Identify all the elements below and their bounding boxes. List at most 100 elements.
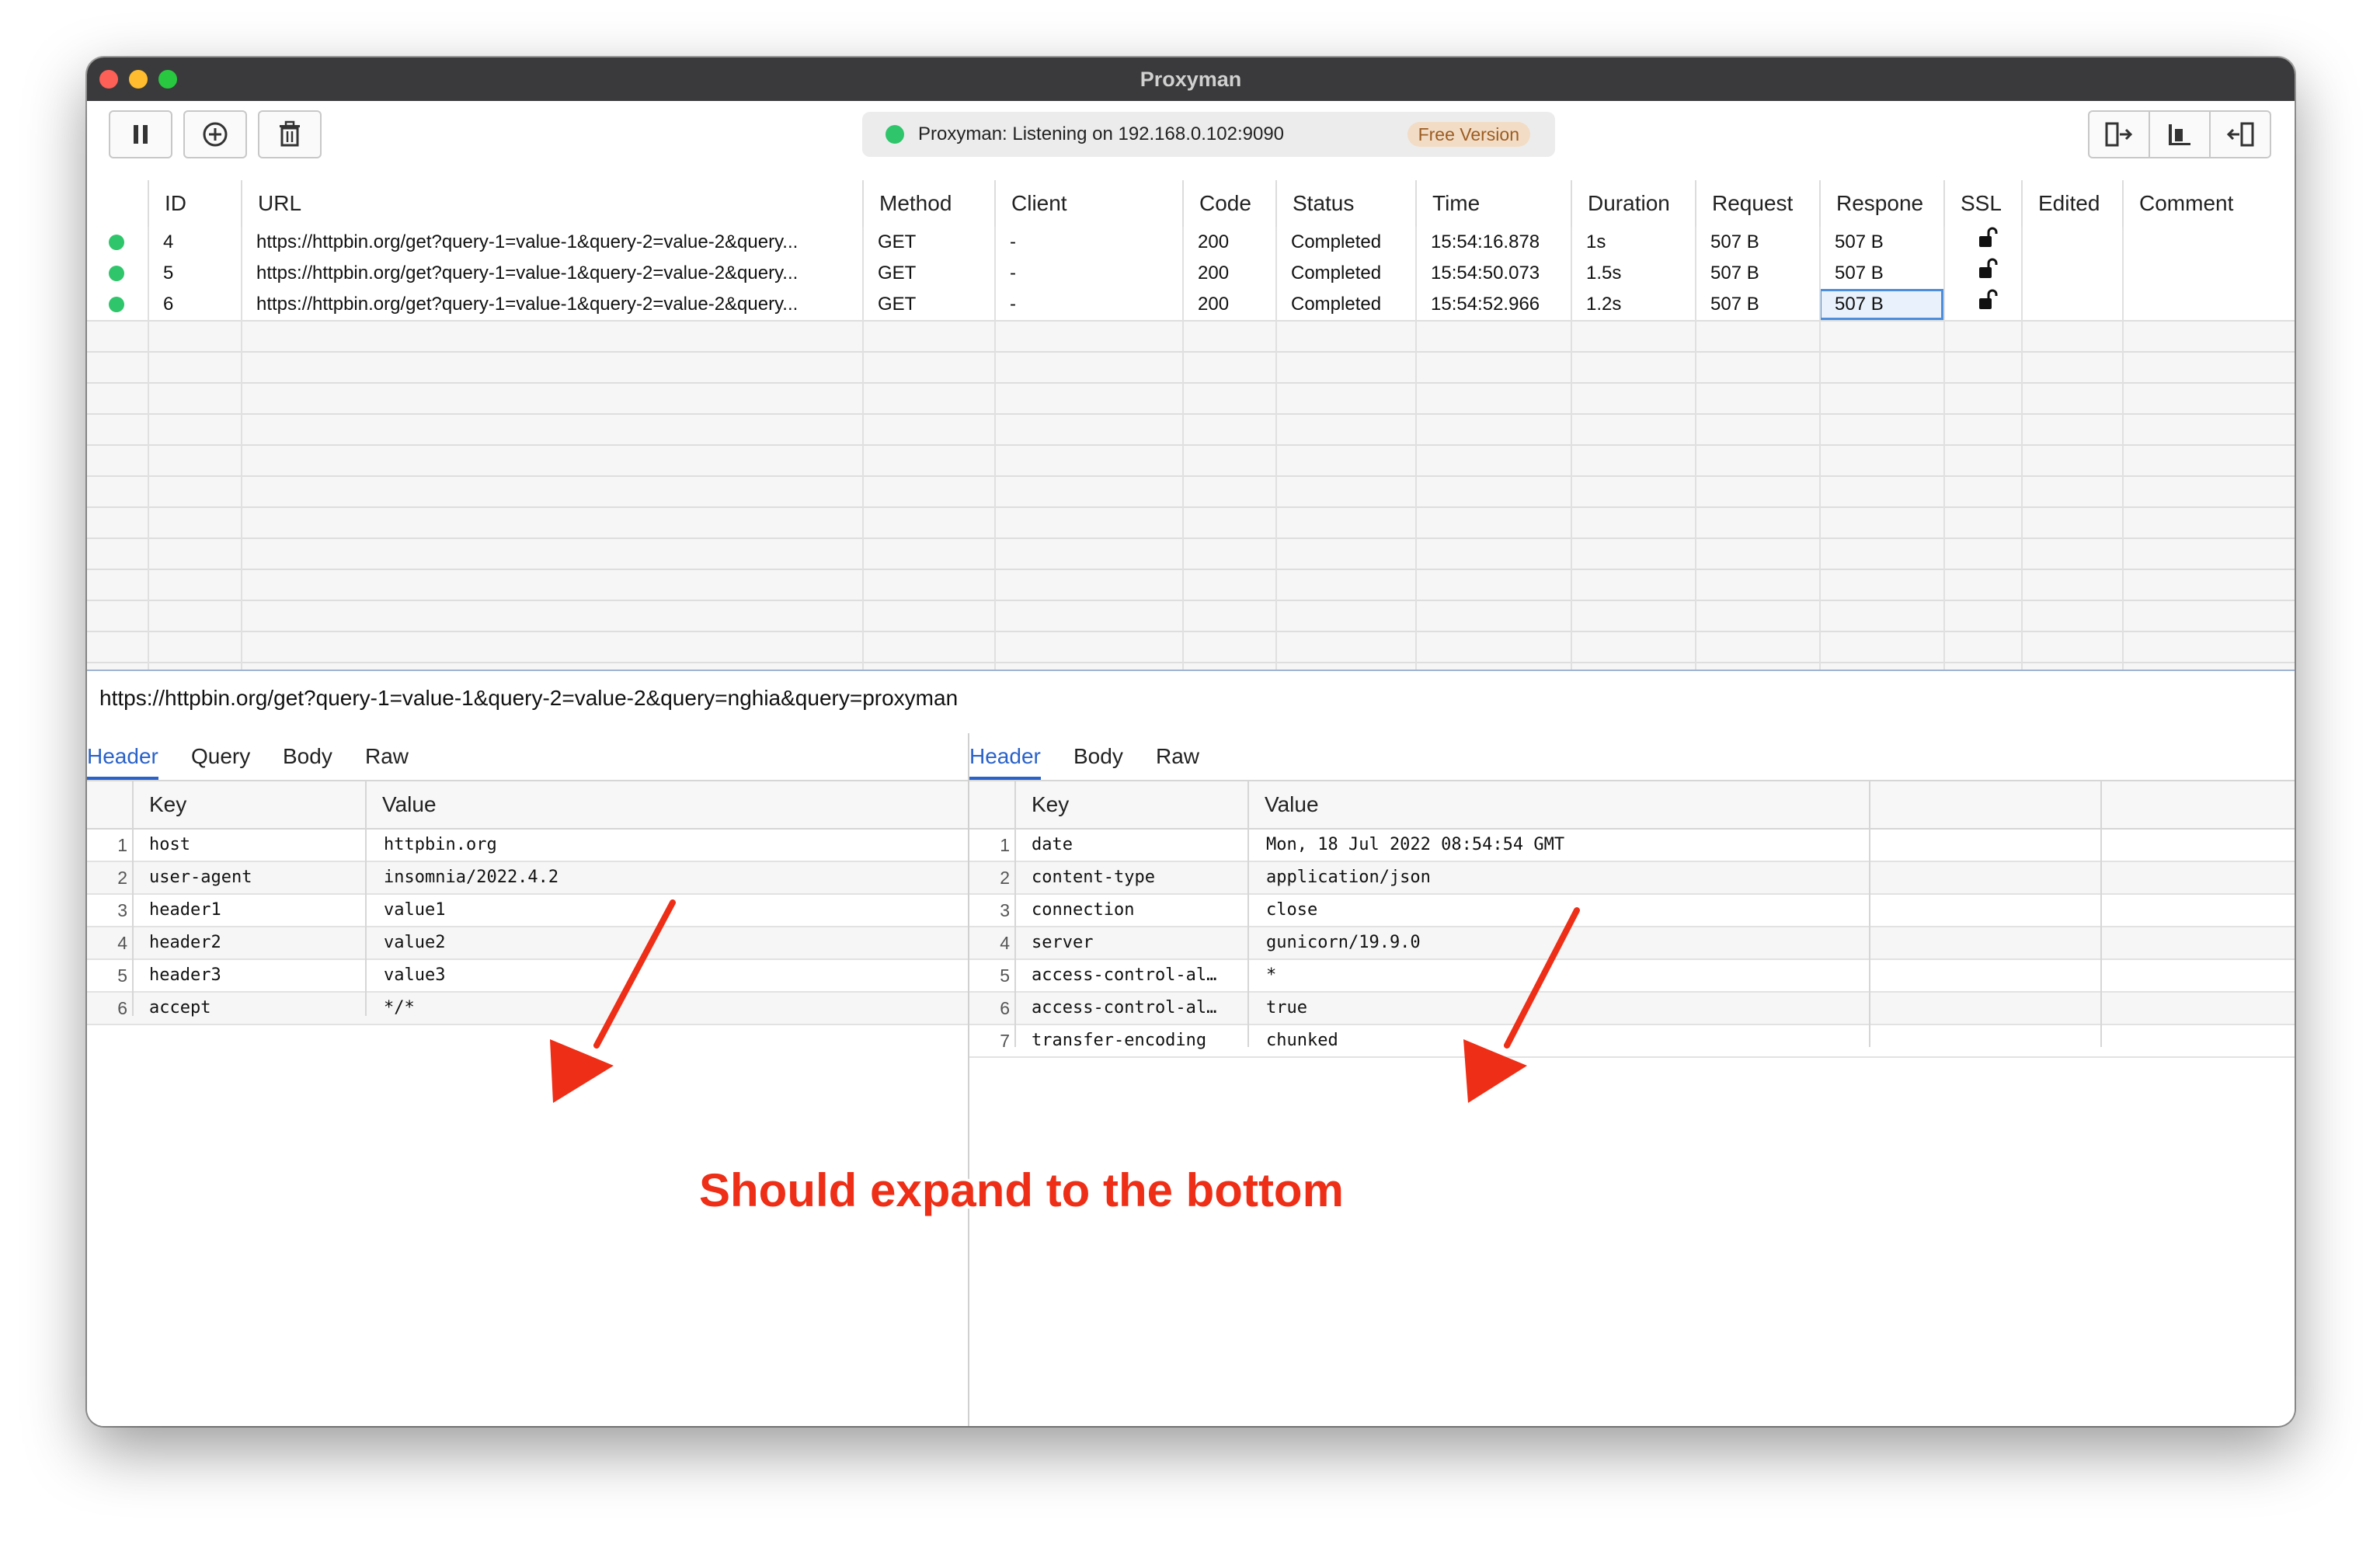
toggle-bottom-panel-button[interactable] (2150, 112, 2211, 157)
proxy-status: Proxyman: Listening on 192.168.0.102:909… (862, 112, 1555, 157)
tab-response-header[interactable]: Header (969, 733, 1041, 780)
panel-exit-icon (2105, 122, 2133, 147)
row-time: 15:54:52.966 (1431, 294, 1540, 315)
trash-icon (280, 120, 300, 147)
header-row[interactable]: 1 host httpbin.org (87, 830, 968, 862)
tab-response-raw[interactable]: Raw (1156, 733, 1199, 780)
request-row[interactable]: 6 https://httpbin.org/get?query-1=value-… (87, 289, 2295, 322)
header-row[interactable]: 3 connection close (969, 895, 2295, 927)
selected-request-url[interactable]: https://httpbin.org/get?query-1=value-1&… (87, 671, 2295, 725)
empty-row (87, 631, 2295, 663)
header-value: * (1266, 965, 1277, 985)
column-status-dot[interactable] (87, 180, 148, 227)
column-time[interactable]: Time (1415, 180, 1571, 227)
tab-request-header[interactable]: Header (87, 733, 158, 780)
row-duration: 1.5s (1586, 263, 1622, 284)
column-key[interactable]: Key (134, 781, 186, 828)
toggle-left-panel-button[interactable] (2089, 112, 2150, 157)
header-key: header1 (149, 900, 221, 920)
panel-enter-icon (2226, 122, 2254, 147)
row-request-size: 507 B (1710, 263, 1759, 284)
header-value: insomnia/2022.4.2 (384, 868, 559, 887)
header-row[interactable]: 3 header1 value1 (87, 895, 968, 927)
add-button[interactable] (183, 110, 247, 158)
header-row[interactable]: 1 date Mon, 18 Jul 2022 08:54:54 GMT (969, 830, 2295, 862)
tab-request-body[interactable]: Body (283, 733, 332, 780)
row-request-size: 507 B (1710, 294, 1759, 315)
free-version-badge[interactable]: Free Version (1407, 122, 1530, 147)
empty-row (87, 413, 2295, 446)
column-divider (2122, 227, 2124, 670)
row-response-size-selected[interactable]: 507 B (1819, 289, 1943, 320)
header-key: host (149, 835, 190, 854)
column-divider (365, 781, 367, 1016)
layout-toggle-group (2088, 110, 2271, 158)
header-row[interactable]: 4 server gunicorn/19.9.0 (969, 927, 2295, 960)
pause-button[interactable] (109, 110, 172, 158)
header-key: user-agent (149, 868, 252, 887)
column-client[interactable]: Client (994, 180, 1182, 227)
row-id: 4 (163, 231, 174, 252)
header-key: access-control-al… (1032, 965, 1217, 985)
column-value[interactable]: Value (1249, 781, 1319, 828)
header-key: server (1032, 933, 1094, 952)
column-divider (1014, 781, 1016, 1047)
clear-button[interactable] (258, 110, 322, 158)
column-divider (1275, 227, 1277, 670)
left-annotation-arrow (550, 899, 676, 1103)
success-dot (109, 297, 124, 312)
header-row[interactable]: 5 access-control-al… * (969, 960, 2295, 993)
header-row[interactable]: 2 content-type application/json (969, 862, 2295, 895)
header-row[interactable]: 4 header2 value2 (87, 927, 968, 960)
column-response[interactable]: Respone (1819, 180, 1943, 227)
header-key: accept (149, 998, 211, 1017)
row-status: Completed (1291, 263, 1382, 284)
request-row[interactable]: 5 https://httpbin.org/get?query-1=value-… (87, 258, 2295, 290)
row-number: 6 (117, 998, 127, 1018)
row-number: 1 (117, 835, 127, 855)
column-edited[interactable]: Edited (2021, 180, 2122, 227)
column-request[interactable]: Request (1695, 180, 1819, 227)
column-duration[interactable]: Duration (1571, 180, 1695, 227)
header-row[interactable]: 5 header3 value3 (87, 960, 968, 993)
success-dot (109, 235, 124, 250)
row-number: 3 (117, 900, 127, 920)
request-row[interactable]: 4 https://httpbin.org/get?query-1=value-… (87, 227, 2295, 259)
column-status[interactable]: Status (1275, 180, 1415, 227)
row-number: 5 (117, 965, 127, 986)
plus-circle-icon (203, 122, 228, 147)
toggle-right-panel-button[interactable] (2211, 112, 2270, 157)
success-dot (109, 266, 124, 281)
column-divider (1182, 227, 1184, 670)
column-key[interactable]: Key (1016, 781, 1069, 828)
column-id[interactable]: ID (148, 180, 241, 227)
header-key: header3 (149, 965, 221, 985)
tab-request-raw[interactable]: Raw (365, 733, 409, 780)
row-number: 1 (1000, 835, 1010, 855)
header-row[interactable]: 6 access-control-al… true (969, 993, 2295, 1025)
header-value: httpbin.org (384, 835, 497, 854)
column-ssl[interactable]: SSL (1943, 180, 2021, 227)
column-method[interactable]: Method (862, 180, 994, 227)
row-code: 200 (1198, 263, 1230, 284)
row-number: 2 (117, 868, 127, 888)
header-key: date (1032, 835, 1073, 854)
minimize-window-button[interactable] (129, 70, 148, 89)
column-value[interactable]: Value (367, 781, 437, 828)
column-divider (1869, 781, 1870, 1047)
tab-response-body[interactable]: Body (1073, 733, 1123, 780)
header-row[interactable]: 2 user-agent insomnia/2022.4.2 (87, 862, 968, 895)
column-code[interactable]: Code (1182, 180, 1275, 227)
tab-request-query[interactable]: Query (191, 733, 250, 780)
header-row[interactable]: 7 transfer-encoding chunked (969, 1025, 2295, 1058)
maximize-window-button[interactable] (158, 70, 177, 89)
pause-icon (134, 125, 148, 144)
close-window-button[interactable] (99, 70, 118, 89)
header-row[interactable]: 6 accept */* (87, 993, 968, 1025)
column-comment[interactable]: Comment (2122, 180, 2295, 227)
row-number: 2 (1000, 868, 1010, 888)
column-url[interactable]: URL (241, 180, 862, 227)
ssl-unlocked-icon (1967, 289, 2013, 320)
panel-bottom-icon (2169, 124, 2190, 145)
column-divider (1247, 781, 1249, 1047)
